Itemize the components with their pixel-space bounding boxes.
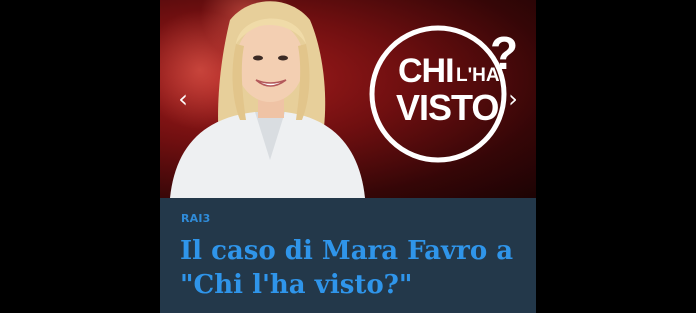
article-card[interactable]: CHI L'HA VISTO ? ‹ › RAI3 Il caso di Mar… — [160, 0, 536, 313]
headline-line-1: Il caso di Mara Favro a — [180, 236, 514, 266]
logo-word-visto: VISTO — [396, 87, 499, 128]
chevron-right-icon[interactable]: › — [502, 86, 524, 112]
headline-line-2: "Chi l'ha visto?" — [180, 270, 413, 300]
logo-question-mark: ? — [490, 27, 519, 79]
chevron-left-icon[interactable]: ‹ — [172, 86, 194, 112]
article-headline[interactable]: Il caso di Mara Favro a "Chi l'ha visto?… — [180, 234, 530, 302]
logo-word-chi: CHI — [398, 52, 455, 90]
article-info-panel: RAI3 Il caso di Mara Favro a "Chi l'ha v… — [160, 198, 536, 313]
channel-label[interactable]: RAI3 — [181, 212, 211, 225]
hero-image[interactable]: CHI L'HA VISTO ? ‹ › — [160, 0, 536, 198]
